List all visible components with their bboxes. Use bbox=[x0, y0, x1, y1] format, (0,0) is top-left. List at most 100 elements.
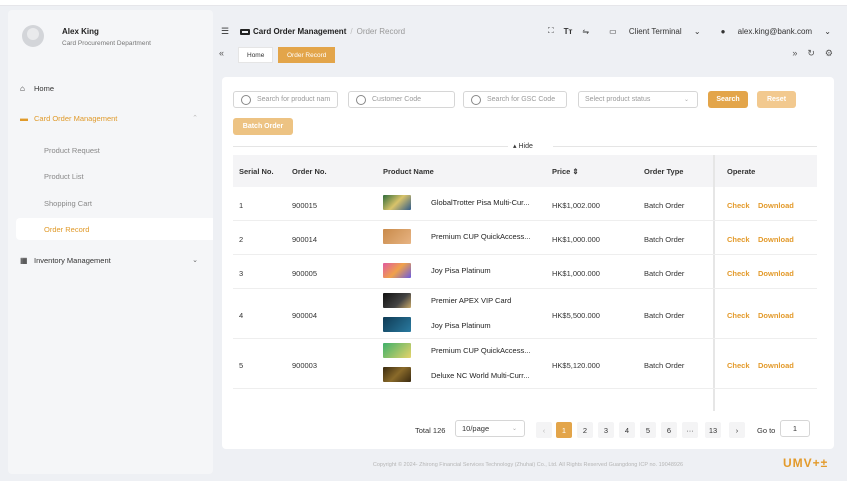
top-border bbox=[0, 0, 847, 6]
page-button-4[interactable]: 4 bbox=[619, 422, 635, 438]
download-link[interactable]: Download bbox=[758, 235, 794, 244]
user-icon: ● bbox=[720, 26, 726, 36]
table-row: 3 900005 Joy Pisa Platinum HK$1,000.000 … bbox=[233, 255, 817, 289]
page-button-1[interactable]: 1 bbox=[556, 422, 572, 438]
tab-tools: » ↻ ⚙ bbox=[782, 48, 833, 59]
page-size-select[interactable]: 10/page ⌄ bbox=[455, 420, 525, 437]
order-type: Batch Order bbox=[644, 311, 685, 320]
order-no: 900015 bbox=[292, 201, 318, 210]
sidebar-item-product-list[interactable]: Product List bbox=[16, 165, 213, 187]
column-price[interactable]: Price ⇕ bbox=[552, 167, 579, 176]
double-chevron-right-icon[interactable]: » bbox=[792, 48, 797, 59]
product-status-select[interactable]: Select product status ⌄ bbox=[578, 91, 698, 108]
hide-filters-toggle[interactable]: ▴ Hide bbox=[233, 141, 817, 151]
client-terminal-menu[interactable]: ▭ Client Terminal ⌄ bbox=[599, 27, 701, 36]
column-product-name: Product Name bbox=[383, 167, 434, 176]
serial-no: 1 bbox=[239, 201, 244, 210]
batch-order-button[interactable]: Batch Order bbox=[233, 118, 293, 135]
price: HK$1,000.000 bbox=[552, 269, 600, 278]
price: HK$5,500.000 bbox=[552, 311, 600, 320]
user-menu[interactable]: ● alex.king@bank.com ⌄ bbox=[711, 27, 831, 36]
serial-no: 4 bbox=[239, 311, 244, 320]
serial-no: 3 bbox=[239, 269, 244, 278]
table-row: 5 900003 Premium CUP QuickAccess... Delu… bbox=[233, 339, 817, 389]
reset-button[interactable]: Reset bbox=[757, 91, 796, 108]
column-order-type: Order Type bbox=[644, 167, 684, 176]
menu-toggle-icon[interactable]: ☰ bbox=[221, 26, 229, 37]
serial-no: 2 bbox=[239, 235, 244, 244]
hide-label: ▴ Hide bbox=[513, 143, 533, 150]
grid-icon: ▦ bbox=[20, 255, 28, 265]
sidebar-item-card-order-management[interactable]: ▬ Card Order Management ⌃ bbox=[20, 108, 208, 128]
goto-label: Go to bbox=[757, 426, 776, 435]
search-icon bbox=[356, 94, 366, 105]
product-name: Premium CUP QuickAccess... bbox=[431, 232, 531, 241]
check-link[interactable]: Check bbox=[727, 269, 750, 278]
download-link[interactable]: Download bbox=[758, 201, 794, 210]
page-button-13[interactable]: 13 bbox=[705, 422, 721, 438]
sidebar-item-label: Inventory Management bbox=[34, 255, 111, 265]
brand-logo: UMV+± bbox=[783, 456, 829, 470]
check-link[interactable]: Check bbox=[727, 361, 750, 370]
settings-icon[interactable]: ⚙ bbox=[825, 48, 833, 59]
footer-copyright: Copyright © 2024- Zhirong Financial Serv… bbox=[372, 462, 684, 468]
table-header: Serial No. Order No. Product Name Price … bbox=[233, 155, 817, 187]
main-panel: Search for product nam Customer Code Sea… bbox=[222, 77, 834, 449]
check-link[interactable]: Check bbox=[727, 201, 750, 210]
fullscreen-icon[interactable]: ⛶ bbox=[548, 26, 554, 36]
chevron-down-icon: ⌄ bbox=[511, 426, 517, 432]
download-link[interactable]: Download bbox=[758, 311, 794, 320]
page-button-6[interactable]: 6 bbox=[661, 422, 677, 438]
page-ellipsis[interactable]: ··· bbox=[682, 422, 698, 438]
breadcrumb-parent[interactable]: Card Order Management bbox=[253, 27, 346, 36]
refresh-icon[interactable]: ↻ bbox=[807, 48, 815, 59]
column-serial-no: Serial No. bbox=[239, 167, 274, 176]
double-chevron-left-icon[interactable]: « bbox=[219, 48, 224, 58]
page-button-3[interactable]: 3 bbox=[598, 422, 614, 438]
user-name: Alex King bbox=[62, 27, 99, 36]
customer-code-input[interactable]: Customer Code bbox=[348, 91, 455, 108]
product-name: Joy Pisa Platinum bbox=[431, 321, 491, 330]
translate-icon[interactable]: ⇋ bbox=[582, 27, 589, 36]
sidebar-item-order-record[interactable]: Order Record bbox=[16, 218, 213, 240]
gsc-code-search-input[interactable]: Search for GSC Code bbox=[463, 91, 567, 108]
tab-home[interactable]: Home bbox=[238, 47, 274, 63]
order-no: 900003 bbox=[292, 361, 318, 370]
chevron-down-icon: ⌄ bbox=[824, 26, 831, 36]
breadcrumb-current: Order Record bbox=[356, 27, 406, 36]
column-operate: Operate bbox=[727, 167, 756, 176]
sidebar-item-inventory-management[interactable]: ▦ Inventory Management ⌄ bbox=[20, 250, 208, 270]
input-placeholder: Search for product nam bbox=[257, 96, 331, 103]
tab-order-record[interactable]: Order Record bbox=[278, 47, 336, 63]
check-link[interactable]: Check bbox=[727, 311, 750, 320]
table-row: 1 900015 GlobalTrotter Pisa Multi-Cur...… bbox=[233, 187, 817, 221]
sidebar-item-shopping-cart[interactable]: Shopping Cart bbox=[16, 192, 213, 214]
download-link[interactable]: Download bbox=[758, 361, 794, 370]
input-placeholder: Search for GSC Code bbox=[487, 96, 556, 103]
search-button[interactable]: Search bbox=[708, 91, 748, 108]
chevron-down-icon: ⌄ bbox=[683, 97, 689, 103]
serial-no: 5 bbox=[239, 361, 244, 370]
user-avatar[interactable] bbox=[22, 25, 44, 47]
page-button-5[interactable]: 5 bbox=[640, 422, 656, 438]
goto-page-input[interactable]: 1 bbox=[780, 420, 810, 437]
product-thumbnail bbox=[383, 195, 411, 210]
breadcrumb: Card Order Management / Order Record bbox=[240, 27, 405, 36]
product-name: Deluxe NC World Multi-Curr... bbox=[431, 371, 530, 380]
tab-bar: « Home Order Record » ↻ ⚙ bbox=[214, 46, 839, 64]
next-page-button[interactable]: › bbox=[729, 422, 745, 438]
sidebar-item-home[interactable]: ⌂ Home bbox=[20, 78, 208, 98]
sidebar-item-product-request[interactable]: Product Request bbox=[16, 139, 213, 161]
prev-page-button[interactable]: ‹ bbox=[536, 422, 552, 438]
select-placeholder: Select product status bbox=[585, 96, 651, 103]
price: HK$1,000.000 bbox=[552, 235, 600, 244]
input-placeholder: Customer Code bbox=[372, 96, 422, 103]
sidebar-item-label: Home bbox=[34, 83, 55, 93]
product-name-search-input[interactable]: Search for product nam bbox=[233, 91, 338, 108]
order-type: Batch Order bbox=[644, 235, 685, 244]
page-button-2[interactable]: 2 bbox=[577, 422, 593, 438]
text-size-icon[interactable]: Tт bbox=[564, 27, 573, 36]
check-link[interactable]: Check bbox=[727, 235, 750, 244]
chevron-down-icon: ⌄ bbox=[192, 257, 198, 264]
download-link[interactable]: Download bbox=[758, 269, 794, 278]
